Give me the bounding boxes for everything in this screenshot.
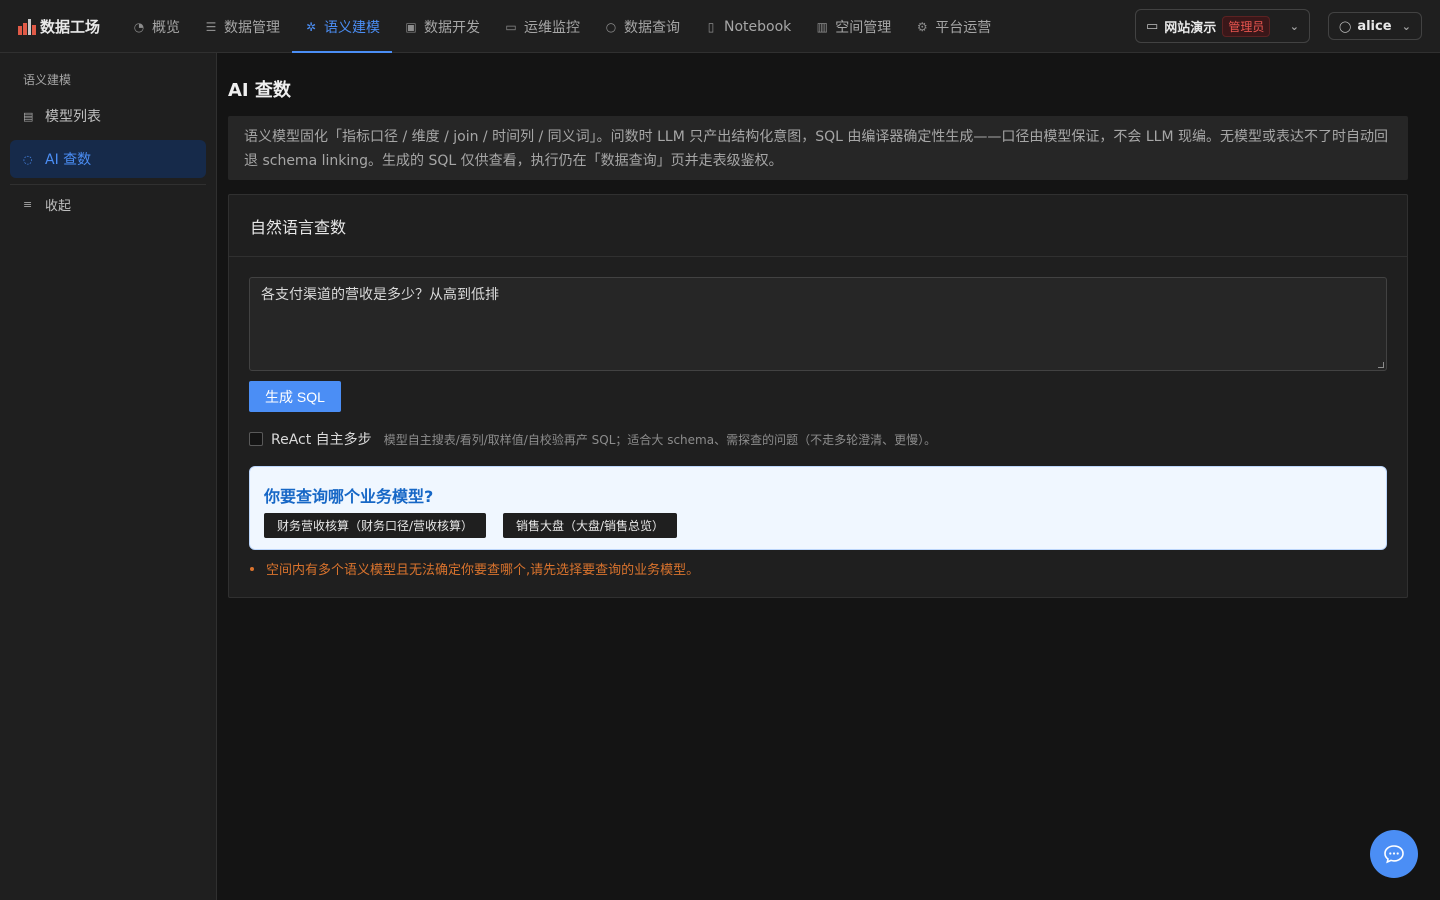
nav-notebook[interactable]: ▯ Notebook <box>692 0 803 53</box>
brand[interactable]: 数据工场 <box>18 0 100 53</box>
username: alice <box>1357 18 1392 34</box>
nav-label: 语义建模 <box>324 19 380 36</box>
nav-label: 数据开发 <box>424 19 480 36</box>
nav-label: 概览 <box>152 19 180 36</box>
nav-label: 数据管理 <box>224 19 280 36</box>
factory-logo-icon <box>18 18 36 35</box>
nav-space-management[interactable]: ▥ 空间管理 <box>803 0 903 53</box>
chat-bubble-icon <box>1384 845 1404 864</box>
dashboard-icon: ◔ <box>133 19 145 34</box>
list-icon: ▤ <box>23 109 34 123</box>
react-checkbox[interactable] <box>249 432 263 446</box>
model-selection-panel: 你要查询哪个业务模型? 财务营收核算（财务口径/营收核算） 销售大盘（大盘/销售… <box>249 466 1387 550</box>
menu-fold-icon: ≡ <box>23 197 33 211</box>
nav-label: 运维监控 <box>524 19 580 36</box>
info-notice: 语义模型固化「指标口径 / 维度 / join / 时间列 / 同义词」。问数时… <box>228 116 1408 180</box>
nav-label: 数据查询 <box>624 19 680 36</box>
react-hint: 模型自主搜表/看列/取样值/自校验再产 SQL；适合大 schema、需探查的问… <box>383 432 937 447</box>
nav-data-management[interactable]: ☰ 数据管理 <box>192 0 292 53</box>
nav-platform-ops[interactable]: ⚙ 平台运营 <box>903 0 1003 53</box>
sidebar-item-label: AI 查数 <box>45 152 92 168</box>
book-icon: ▯ <box>707 19 715 34</box>
role-badge: 管理员 <box>1222 15 1271 37</box>
warning-message: 空间内有多个语义模型且无法确定你要查哪个,请先选择要查询的业务模型。 <box>249 559 699 578</box>
sidebar-group-title: 语义建模 <box>23 73 72 87</box>
chat-icon: ◌ <box>23 152 33 166</box>
workspace-switcher[interactable]: ▭ 网站演示 管理员 ⌄ <box>1135 9 1310 43</box>
query-text: 各支付渠道的营收是多少？从高到低排 <box>261 287 499 303</box>
query-textarea[interactable]: 各支付渠道的营收是多少？从高到低排 <box>249 277 1387 371</box>
sidebar: 语义建模 ▤ 模型列表 ◌ AI 查数 ≡ 收起 <box>0 53 217 900</box>
database-icon: ☰ <box>205 19 217 34</box>
nav-ops-monitoring[interactable]: ▭ 运维监控 <box>492 0 592 53</box>
generate-sql-button[interactable]: 生成 SQL <box>249 381 341 412</box>
main-nav: ◔ 概览 ☰ 数据管理 ✲ 语义建模 ▣ 数据开发 ▭ 运维监控 ○ 数据查询 … <box>120 0 1003 53</box>
sidebar-collapse-button[interactable]: ≡ 收起 <box>10 185 206 223</box>
nav-semantic-modeling[interactable]: ✲ 语义建模 <box>292 0 392 53</box>
chevron-down-icon: ⌄ <box>1289 19 1299 33</box>
react-label[interactable]: ReAct 自主多步 <box>271 429 372 449</box>
sparkle-icon: ✲ <box>305 19 317 34</box>
nav-label: 空间管理 <box>835 19 892 36</box>
folder-icon: ▭ <box>1146 18 1159 34</box>
react-option: ReAct 自主多步 模型自主搜表/看列/取样值/自校验再产 SQL；适合大 s… <box>249 429 936 449</box>
page-title: AI 查数 <box>228 80 291 101</box>
sidebar-item-model-list[interactable]: ▤ 模型列表 <box>10 97 206 135</box>
chat-float-button[interactable] <box>1370 830 1418 878</box>
resize-handle-icon[interactable] <box>1378 362 1384 368</box>
nav-data-query[interactable]: ○ 数据查询 <box>592 0 692 53</box>
card-title: 自然语言查数 <box>229 195 1407 257</box>
model-option-finance[interactable]: 财务营收核算（财务口径/营收核算） <box>264 513 487 538</box>
chevron-down-icon: ⌄ <box>1401 19 1411 33</box>
sidebar-item-label: 模型列表 <box>45 109 101 125</box>
brand-name: 数据工场 <box>40 18 101 36</box>
nav-label: Notebook <box>724 18 792 35</box>
monitor-icon: ▭ <box>505 19 517 34</box>
nl-query-card: 自然语言查数 各支付渠道的营收是多少？从高到低排 生成 SQL ReAct 自主… <box>228 194 1408 598</box>
model-option-sales[interactable]: 销售大盘（大盘/销售总览） <box>503 513 678 538</box>
workspace-name: 网站演示 <box>1164 20 1217 36</box>
bullet-dot-icon <box>250 566 254 571</box>
search-icon: ○ <box>605 19 617 34</box>
model-question: 你要查询哪个业务模型? <box>264 487 434 506</box>
nav-data-development[interactable]: ▣ 数据开发 <box>392 0 492 53</box>
nav-label: 平台运营 <box>935 19 992 36</box>
user-icon: ◯ <box>1339 19 1352 33</box>
warning-text: 空间内有多个语义模型且无法确定你要查哪个,请先选择要查询的业务模型。 <box>266 563 700 578</box>
top-bar: 数据工场 ◔ 概览 ☰ 数据管理 ✲ 语义建模 ▣ 数据开发 ▭ 运维监控 ○ … <box>0 0 1440 53</box>
code-icon: ▣ <box>405 19 417 34</box>
building-icon: ▥ <box>816 19 828 34</box>
user-menu[interactable]: ◯ alice ⌄ <box>1328 12 1422 40</box>
nav-overview[interactable]: ◔ 概览 <box>120 0 192 53</box>
sidebar-collapse-label: 收起 <box>45 198 72 214</box>
gear-icon: ⚙ <box>916 19 928 34</box>
sidebar-item-ai-query[interactable]: ◌ AI 查数 <box>10 140 206 178</box>
